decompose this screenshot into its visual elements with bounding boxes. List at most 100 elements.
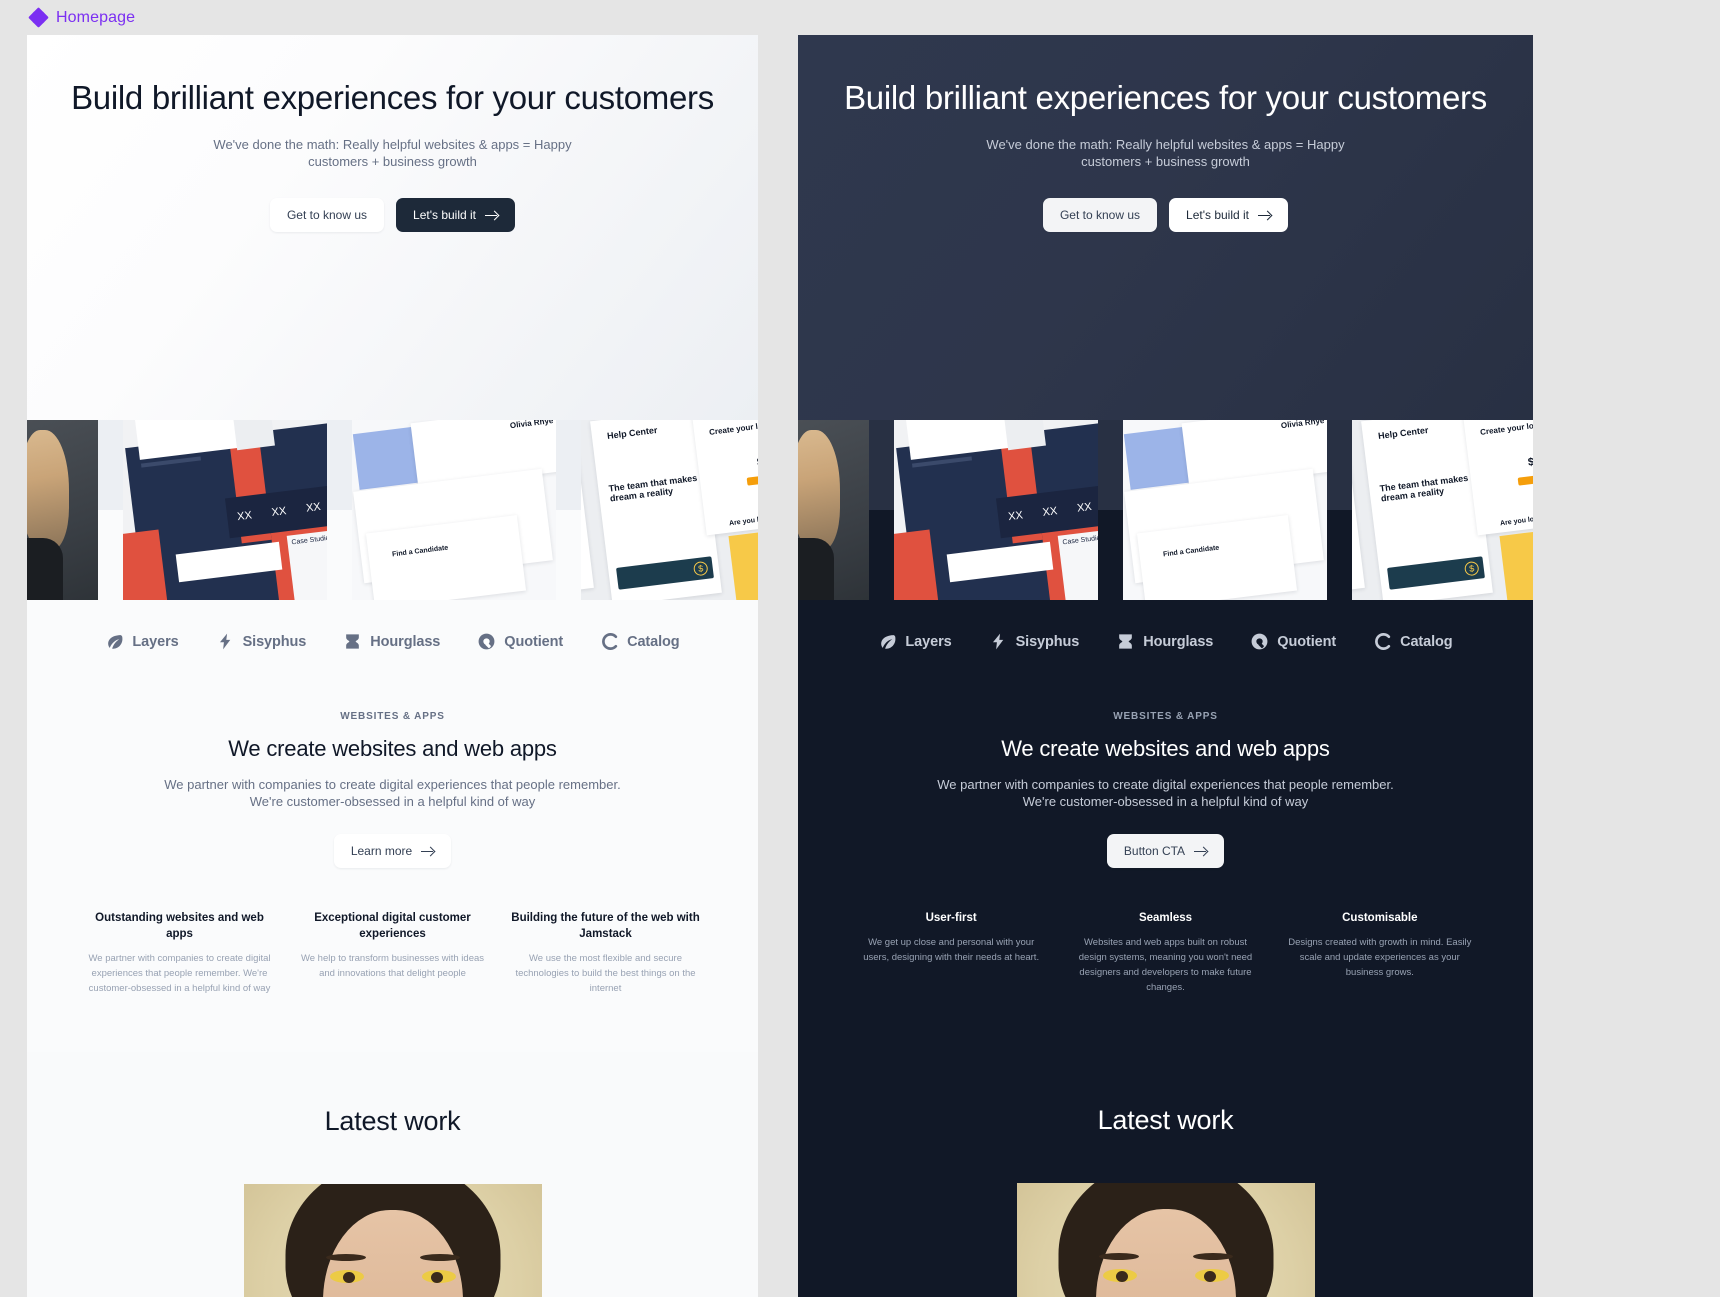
- feature-body: Designs created with growth in mind. Eas…: [1288, 937, 1472, 978]
- get-to-know-us-button[interactable]: Get to know us: [269, 198, 385, 232]
- latest-work-image[interactable]: [243, 1184, 542, 1297]
- feature-columns: User-first We get up close and personal …: [798, 868, 1533, 995]
- logo-item-catalog[interactable]: Catalog: [600, 632, 680, 651]
- lightning-bolt-icon: [989, 632, 1008, 651]
- button-label: Get to know us: [1059, 208, 1141, 222]
- hero-section-dark: Build brilliant experiences for your cus…: [798, 35, 1533, 420]
- feature-title: Customisable: [1342, 912, 1418, 924]
- logo-item-layers[interactable]: Layers: [105, 632, 179, 651]
- gallery-shot-portrait-photo[interactable]: [27, 420, 98, 600]
- button-label: Let's build it: [1186, 208, 1250, 222]
- figma-topbar: Homepage: [0, 0, 1720, 35]
- logo-label: Quotient: [504, 633, 564, 650]
- section-eyebrow: WEBSITES & APPS: [340, 711, 445, 722]
- figma-diamond-icon: [28, 7, 49, 28]
- logo-label: Layers: [905, 633, 952, 650]
- section-eyebrow: WEBSITES & APPS: [1113, 711, 1218, 722]
- feature-body: We help to transform businesses with ide…: [300, 953, 485, 979]
- section-title: We create websites and web apps: [228, 736, 557, 761]
- quotient-q-icon: [477, 632, 496, 651]
- logo-item-layers[interactable]: Layers: [878, 632, 952, 651]
- logo-label: Hourglass: [1143, 633, 1214, 650]
- get-to-know-us-button[interactable]: Get to know us: [1042, 198, 1158, 232]
- feature-column: Exceptional digital customer experiences…: [297, 910, 488, 996]
- catalog-c-icon: [600, 632, 619, 651]
- button-label: Let's build it: [413, 208, 477, 222]
- hero-subtitle: We've done the math: Really helpful webs…: [986, 137, 1345, 169]
- gallery-shot-case-studies-deck[interactable]: XX XX XX Case Studies: [894, 420, 1098, 600]
- learn-more-button[interactable]: Learn more: [333, 834, 452, 868]
- arrow-right-icon: [421, 846, 434, 857]
- lets-build-it-button[interactable]: Let's build it: [1169, 198, 1289, 232]
- logo-bar: Layers Sisyphus Hourglass Quotient Catal…: [798, 600, 1533, 651]
- gallery-shot-case-studies-deck[interactable]: XX XX XX Case Studies: [123, 420, 327, 600]
- quotient-q-icon: [1250, 632, 1269, 651]
- layers-leaf-icon: [105, 632, 124, 651]
- section-title: We create websites and web apps: [1001, 736, 1330, 761]
- logo-label: Catalog: [627, 633, 680, 650]
- hero-title: Build brilliant experiences for your cus…: [71, 79, 714, 116]
- logo-item-hourglass[interactable]: Hourglass: [1116, 632, 1213, 651]
- feature-body: We partner with companies to create digi…: [88, 953, 271, 994]
- feature-body: We get up close and personal with your u…: [863, 937, 1040, 963]
- hero-subtitle: We've done the math: Really helpful webs…: [213, 137, 572, 169]
- gallery-shot-candidate-app[interactable]: Olivia Rhye Find a Candidate: [1123, 420, 1327, 600]
- section-subtitle: We partner with companies to create digi…: [937, 777, 1394, 809]
- feature-column: User-first We get up close and personal …: [855, 910, 1047, 995]
- gallery-strip: XX XX XX Case Studies Olivia Rhye Find a C…: [798, 420, 1533, 600]
- layers-leaf-icon: [878, 632, 897, 651]
- feature-title: User-first: [925, 912, 977, 924]
- dark-theme-frame: Build brilliant experiences for your cus…: [798, 35, 1533, 1297]
- logo-item-sisyphus[interactable]: Sisyphus: [216, 632, 307, 651]
- logo-bar: Layers Sisyphus Hourglass Quotient Catal…: [27, 600, 758, 651]
- screenshot-stage: Homepage Build brilliant experiences for…: [0, 0, 1720, 1297]
- logo-item-catalog[interactable]: Catalog: [1373, 632, 1453, 651]
- hero-section-light: Build brilliant experiences for your cus…: [27, 35, 758, 420]
- section-subtitle: We partner with companies to create digi…: [164, 777, 621, 809]
- feature-title: Outstanding websites and web apps: [95, 912, 264, 940]
- feature-column: Outstanding websites and web apps We par…: [84, 910, 275, 996]
- hero-button-group: Get to know us Let's build it: [798, 198, 1533, 232]
- logo-item-quotient[interactable]: Quotient: [477, 632, 563, 651]
- feature-title: Seamless: [1138, 912, 1193, 924]
- latest-work-title: Latest work: [1097, 1105, 1234, 1135]
- logo-item-sisyphus[interactable]: Sisyphus: [989, 632, 1080, 651]
- button-label: Button CTA: [1123, 844, 1186, 858]
- latest-work-image[interactable]: [1016, 1183, 1315, 1297]
- gallery-shot-candidate-app[interactable]: Olivia Rhye Find a Candidate: [352, 420, 556, 600]
- button-label: Get to know us: [286, 208, 368, 222]
- logo-item-hourglass[interactable]: Hourglass: [343, 632, 440, 651]
- feature-columns: Outstanding websites and web apps We par…: [27, 868, 758, 996]
- gallery-shot-help-center-loan[interactable]: Help Center The team that makes dream a …: [581, 420, 758, 600]
- gallery-shot-portrait-photo[interactable]: [798, 420, 869, 600]
- gallery-shot-help-center-loan[interactable]: Help Center The team that makes dream a …: [1352, 420, 1533, 600]
- latest-work-title: Latest work: [324, 1106, 461, 1136]
- button-label: Learn more: [350, 844, 413, 858]
- lets-build-it-button[interactable]: Let's build it: [396, 198, 516, 232]
- logo-item-quotient[interactable]: Quotient: [1250, 632, 1336, 651]
- arrow-right-icon: [1258, 210, 1271, 221]
- feature-body: Websites and web apps built on robust de…: [1078, 937, 1253, 993]
- latest-work-section: Latest work: [27, 1052, 758, 1297]
- feature-column: Seamless Websites and web apps built on …: [1069, 910, 1261, 995]
- logo-label: Sisyphus: [1015, 633, 1080, 650]
- light-theme-frame: Build brilliant experiences for your cus…: [27, 35, 758, 1297]
- hourglass-icon: [343, 632, 362, 651]
- lightning-bolt-icon: [216, 632, 235, 651]
- feature-column: Customisable Designs created with growth…: [1284, 910, 1476, 995]
- feature-column: Building the future of the web with Jams…: [510, 910, 701, 996]
- logo-label: Layers: [132, 633, 179, 650]
- latest-work-section: Latest work: [798, 1051, 1533, 1297]
- feature-title: Building the future of the web with Jams…: [511, 912, 700, 940]
- feature-body: We use the most flexible and secure tech…: [515, 953, 696, 994]
- websites-apps-section: WEBSITES & APPS We create websites and w…: [798, 651, 1533, 995]
- websites-apps-section: WEBSITES & APPS We create websites and w…: [27, 651, 758, 996]
- gallery-strip: XX XX XX Case Studies Olivia Rhye Find a C…: [27, 420, 758, 600]
- hero-button-group: Get to know us Let's build it: [27, 198, 758, 232]
- button-cta[interactable]: Button CTA: [1106, 834, 1225, 868]
- logo-label: Quotient: [1277, 633, 1337, 650]
- logo-label: Sisyphus: [242, 633, 307, 650]
- frame-name-label[interactable]: Homepage: [56, 9, 135, 27]
- logo-label: Hourglass: [370, 633, 441, 650]
- feature-title: Exceptional digital customer experiences: [314, 912, 471, 940]
